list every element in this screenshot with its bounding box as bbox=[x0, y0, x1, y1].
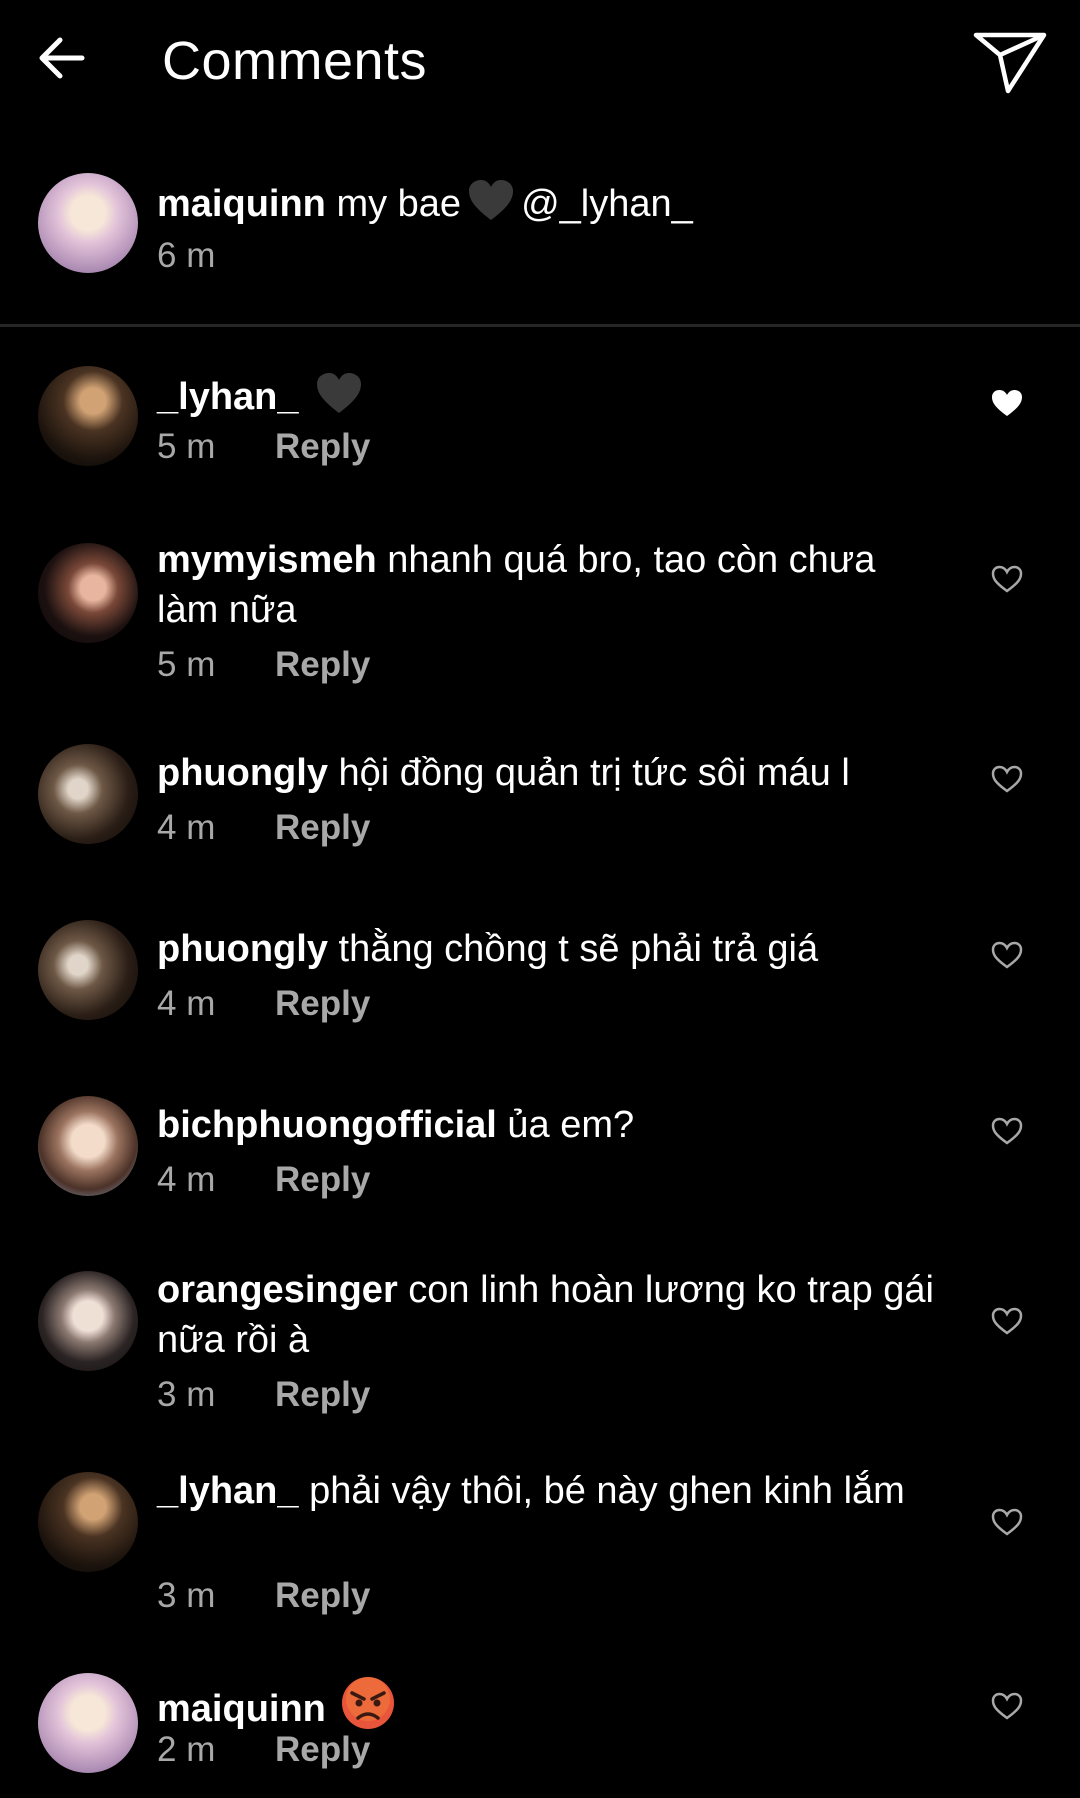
angry-face-emoji bbox=[342, 1677, 395, 1729]
like-button[interactable] bbox=[988, 1689, 1026, 1723]
back-button[interactable] bbox=[34, 30, 90, 86]
reply-button[interactable]: Reply bbox=[275, 425, 370, 469]
comment-body: phải vậy thôi, bé này ghen kinh lắm bbox=[309, 1470, 905, 1512]
comment-meta: 5 m Reply bbox=[157, 425, 370, 469]
comment-text: bichphuongofficial ủa em? bbox=[157, 1100, 937, 1150]
comment-text: orangesinger con linh hoàn lương ko trap… bbox=[157, 1265, 937, 1365]
like-button[interactable] bbox=[988, 762, 1026, 796]
caption-username[interactable]: maiquinn bbox=[157, 183, 326, 225]
comment-time: 3 m bbox=[157, 1576, 216, 1615]
comment-username[interactable]: orangesinger bbox=[157, 1269, 398, 1311]
avatar[interactable] bbox=[38, 920, 138, 1020]
caption-meta: 6 m bbox=[157, 234, 275, 278]
comment-time: 2 m bbox=[157, 1730, 216, 1769]
avatar[interactable] bbox=[38, 744, 138, 844]
comment-text: mymyismeh nhanh quá bro, tao còn chưa là… bbox=[157, 535, 937, 635]
comment-text: phuongly thằng chồng t sẽ phải trả giá bbox=[157, 924, 937, 974]
reply-button[interactable]: Reply bbox=[275, 1158, 370, 1202]
caption-text: maiquinn my bae @_lyhan_ bbox=[157, 178, 937, 229]
reply-button[interactable]: Reply bbox=[275, 1373, 370, 1417]
reply-button[interactable]: Reply bbox=[275, 1574, 370, 1618]
comment-meta: 4 m Reply bbox=[157, 806, 370, 850]
like-button[interactable] bbox=[988, 386, 1026, 420]
reply-button[interactable]: Reply bbox=[275, 806, 370, 850]
heart-icon bbox=[991, 765, 1023, 793]
caption-text-before: my bae bbox=[336, 183, 462, 225]
arrow-left-icon bbox=[39, 37, 85, 79]
comment-meta: 4 m Reply bbox=[157, 1158, 370, 1202]
heart-icon bbox=[991, 1117, 1023, 1145]
caption-mention[interactable]: @_lyhan_ bbox=[521, 183, 693, 225]
comment-text: _lyhan_ phải vậy thôi, bé này ghen kinh … bbox=[157, 1466, 937, 1516]
comment-meta: 4 m Reply bbox=[157, 982, 370, 1026]
avatar[interactable] bbox=[38, 1673, 138, 1773]
comment-text: maiquinn bbox=[157, 1675, 937, 1734]
comment-username[interactable]: mymyismeh bbox=[157, 539, 377, 581]
paper-plane-icon bbox=[973, 32, 1047, 94]
comment-text: phuongly hội đồng quản trị tức sôi máu l bbox=[157, 748, 957, 798]
comment-body: thằng chồng t sẽ phải trả giá bbox=[338, 928, 819, 970]
avatar[interactable] bbox=[38, 366, 138, 466]
like-button[interactable] bbox=[988, 938, 1026, 972]
comment-time: 5 m bbox=[157, 427, 216, 466]
avatar[interactable] bbox=[38, 543, 138, 643]
like-button[interactable] bbox=[988, 1114, 1026, 1148]
divider bbox=[0, 324, 1080, 327]
comment-time: 5 m bbox=[157, 645, 216, 684]
caption-time: 6 m bbox=[157, 236, 216, 275]
like-button[interactable] bbox=[988, 1505, 1026, 1539]
comment-username[interactable]: bichphuongofficial bbox=[157, 1104, 497, 1146]
comment-username[interactable]: maiquinn bbox=[157, 1688, 326, 1730]
avatar[interactable] bbox=[38, 1472, 138, 1572]
heart-icon bbox=[991, 1307, 1023, 1335]
avatar[interactable] bbox=[38, 173, 138, 273]
heart-icon bbox=[991, 1508, 1023, 1536]
reply-button[interactable]: Reply bbox=[275, 1728, 370, 1772]
heart-icon bbox=[991, 941, 1023, 969]
like-button[interactable] bbox=[988, 562, 1026, 596]
comment-username[interactable]: _lyhan_ bbox=[157, 376, 299, 418]
comment-text: _lyhan_ bbox=[157, 371, 937, 422]
like-button[interactable] bbox=[988, 1304, 1026, 1338]
comment-time: 3 m bbox=[157, 1375, 216, 1414]
black-heart-emoji bbox=[469, 180, 514, 220]
comment-time: 4 m bbox=[157, 1160, 216, 1199]
header: Comments bbox=[0, 0, 1080, 124]
post-caption: maiquinn my bae @_lyhan_ 6 m bbox=[0, 150, 1080, 324]
comment-meta: 2 m Reply bbox=[157, 1728, 370, 1772]
heart-icon bbox=[991, 565, 1023, 593]
comment-username[interactable]: _lyhan_ bbox=[157, 1470, 299, 1512]
heart-icon bbox=[992, 390, 1022, 416]
comment-meta: 5 m Reply bbox=[157, 643, 370, 687]
comment-username[interactable]: phuongly bbox=[157, 752, 328, 794]
black-heart-emoji bbox=[317, 373, 362, 413]
comment-meta: 3 m Reply bbox=[157, 1373, 370, 1417]
comment-body: hội đồng quản trị tức sôi máu l bbox=[338, 752, 850, 794]
comment-meta: 3 m Reply bbox=[157, 1574, 370, 1618]
avatar[interactable] bbox=[38, 1271, 138, 1371]
page-title: Comments bbox=[162, 31, 428, 91]
share-button[interactable] bbox=[968, 26, 1052, 98]
avatar[interactable] bbox=[38, 1096, 138, 1196]
heart-icon bbox=[991, 1692, 1023, 1720]
reply-button[interactable]: Reply bbox=[275, 982, 370, 1026]
comment-username[interactable]: phuongly bbox=[157, 928, 328, 970]
comment-time: 4 m bbox=[157, 808, 216, 847]
comment-body: ủa em? bbox=[507, 1104, 635, 1146]
reply-button[interactable]: Reply bbox=[275, 643, 370, 687]
comment-time: 4 m bbox=[157, 984, 216, 1023]
